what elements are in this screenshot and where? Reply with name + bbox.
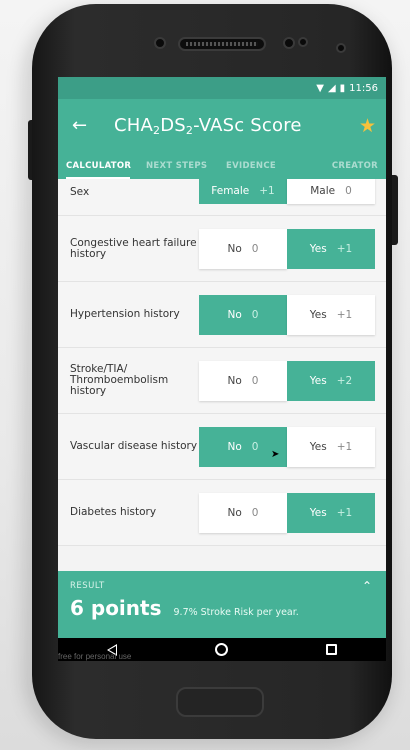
sensor-icon [298, 37, 308, 47]
watermark: free for personal use [58, 652, 132, 661]
wifi-icon: ▼ [316, 82, 324, 94]
list-item: Congestive heart failure history No 0 Yes… [58, 216, 386, 282]
option-no[interactable]: No 0 [199, 228, 287, 269]
option-male[interactable]: Male 0 [287, 179, 375, 204]
option-no[interactable]: No 0 [199, 360, 287, 401]
signal-icon: ◢ [327, 82, 336, 94]
option-no[interactable]: No 0 [199, 294, 287, 335]
tab-creator[interactable]: CREATOR [304, 152, 386, 179]
list-item: Hypertension history No 0 Yes +1 [58, 282, 386, 348]
calculator-list: Sex Female +1 Male 0 Congestive heart fail… [58, 179, 386, 571]
star-icon[interactable]: ★ [359, 115, 376, 137]
result-line: 6 points 9.7% Stroke Risk per year. [70, 596, 374, 620]
app-screen: ▼ ◢ ▮ 11:56 ← CHA2DS2-VASc Score ★ CALCU… [58, 77, 386, 661]
row-label: Congestive heart failure history [70, 236, 197, 260]
option-yes[interactable]: Yes +1 [287, 426, 375, 467]
nav-home-icon[interactable] [215, 643, 228, 656]
status-time: 11:56 [349, 82, 378, 94]
battery-icon: ▮ [339, 82, 346, 94]
page-title: CHA2DS2-VASc Score [114, 114, 302, 137]
tab-calculator[interactable]: CALCULATOR [58, 152, 138, 179]
camera-icon [336, 43, 346, 53]
row-label: Diabetes history [70, 506, 157, 518]
sensor-icon [154, 37, 166, 49]
result-panel[interactable]: RESULT 6 points 9.7% Stroke Risk per yea… [58, 571, 386, 638]
option-yes[interactable]: Yes +1 [287, 228, 375, 269]
row-label: Sex [70, 185, 90, 198]
mouse-cursor-icon: ➤ [271, 449, 280, 460]
result-risk: 9.7% Stroke Risk per year. [173, 607, 299, 618]
sensor-icon [283, 37, 295, 49]
tab-evidence[interactable]: EVIDENCE [218, 152, 304, 179]
list-item: Diabetes history No 0 Yes +1 [58, 480, 386, 546]
nav-recent-icon[interactable] [326, 644, 337, 655]
chevron-up-icon[interactable]: ⌃ [362, 579, 372, 593]
tab-next-steps[interactable]: NEXT STEPS [138, 152, 218, 179]
hardware-home-button[interactable] [176, 687, 264, 717]
app-bar: ← CHA2DS2-VASc Score ★ [58, 99, 386, 152]
row-label: Hypertension history [70, 308, 180, 320]
option-female[interactable]: Female +1 [199, 179, 287, 204]
result-points: 6 points [70, 596, 162, 620]
navigation-bar: free for personal use [58, 638, 386, 661]
option-no[interactable]: No 0 [199, 492, 287, 533]
list-item: Sex Female +1 Male 0 [58, 179, 386, 216]
speaker-grille [178, 37, 266, 51]
tab-bar: CALCULATOR NEXT STEPS EVIDENCE CREATOR [58, 152, 386, 179]
option-yes[interactable]: Yes +1 [287, 492, 375, 533]
option-yes[interactable]: Yes +2 [287, 360, 375, 401]
list-item: Vascular disease history No 0 Yes +1 [58, 414, 386, 480]
arrow-left-icon[interactable]: ← [72, 115, 96, 136]
result-label: RESULT [70, 581, 105, 591]
option-yes[interactable]: Yes +1 [287, 294, 375, 335]
status-bar: ▼ ◢ ▮ 11:56 [58, 77, 386, 99]
row-label: Vascular disease history [70, 440, 198, 452]
list-item: Stroke/TIA/ Thromboembolism history No 0 … [58, 348, 386, 414]
row-label: Stroke/TIA/ Thromboembolism history [70, 363, 169, 397]
option-no[interactable]: No 0 [199, 426, 287, 467]
